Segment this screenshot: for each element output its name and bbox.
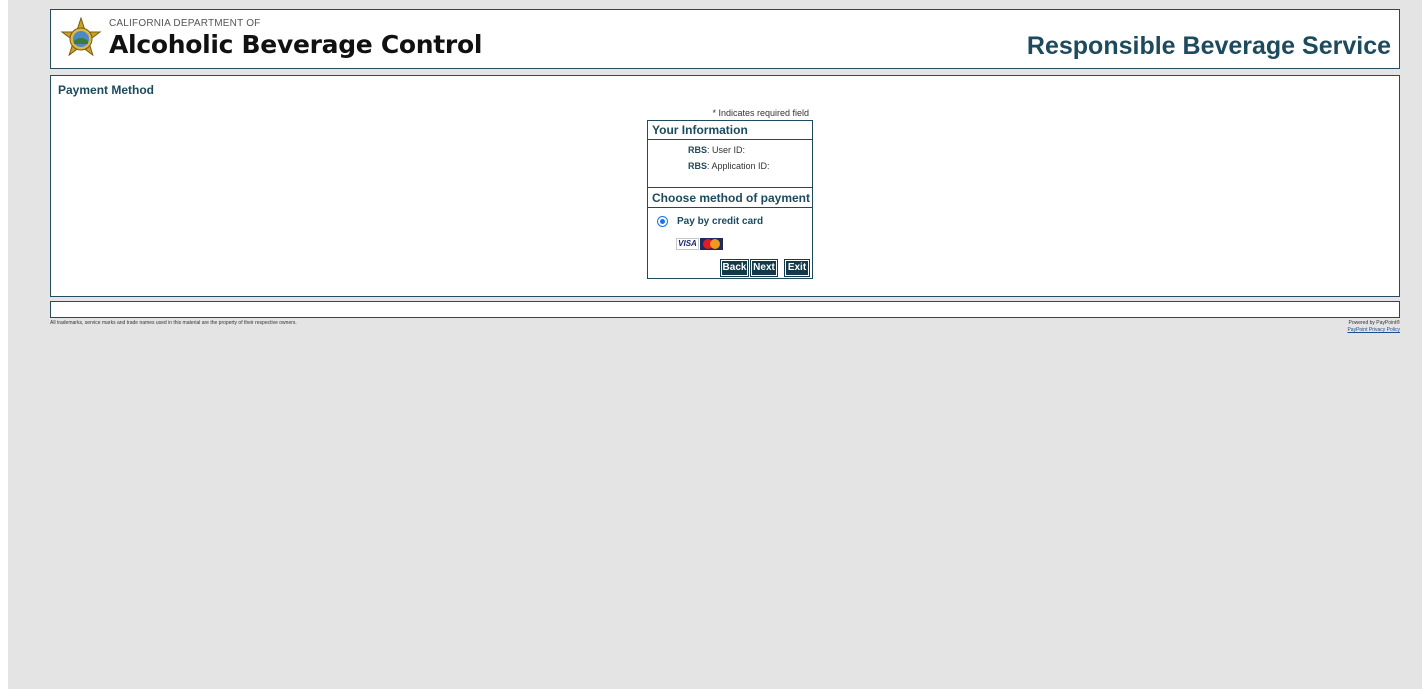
user-id-prefix: RBS [688, 145, 708, 155]
page-title: Payment Method [58, 83, 155, 97]
department-title: Alcoholic Beverage Control [109, 30, 483, 59]
trademark-notice: All trademarks, service marks and trade … [50, 320, 297, 326]
next-button[interactable]: Next [750, 259, 778, 277]
visa-icon: VISA [676, 238, 699, 250]
privacy-policy-link[interactable]: PayPoint Privacy Policy [1347, 327, 1400, 333]
credit-card-option-label[interactable]: Pay by credit card [677, 216, 763, 227]
department-subtitle: CALIFORNIA DEPARTMENT OF [109, 18, 261, 29]
site-header: CALIFORNIA DEPARTMENT OF Alcoholic Bever… [50, 9, 1400, 69]
application-id-row: RBS: Application ID: [688, 161, 770, 171]
powered-by-text: Powered by PayPoint® [1348, 320, 1401, 326]
required-field-note: * Indicates required field [712, 108, 809, 118]
user-id-row: RBS: User ID: [688, 145, 745, 155]
abc-seal-logo [60, 17, 102, 57]
mastercard-icon [700, 238, 723, 250]
back-button[interactable]: Back [720, 259, 749, 277]
payment-form-box: Your Information RBS: User ID: RBS: Appl… [647, 120, 813, 279]
exit-button[interactable]: Exit [784, 259, 810, 277]
application-id-prefix: RBS [688, 161, 708, 171]
site-title: Responsible Beverage Service [1026, 32, 1391, 60]
page-background: CALIFORNIA DEPARTMENT OF Alcoholic Bever… [8, 0, 1422, 689]
application-id-label: : Application ID: [707, 161, 770, 171]
user-id-label: : User ID: [707, 145, 746, 155]
footer-bar [50, 301, 1400, 318]
your-information-heading: Your Information [648, 121, 812, 140]
credit-card-radio[interactable] [657, 216, 668, 227]
main-panel: Payment Method * Indicates required fiel… [50, 75, 1400, 297]
payment-method-heading: Choose method of payment [648, 187, 812, 208]
